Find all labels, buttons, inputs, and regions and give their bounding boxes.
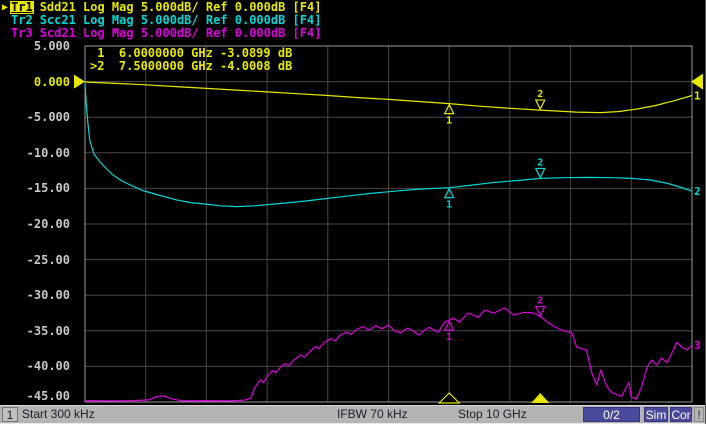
trace-end-label-3: 3: [694, 339, 701, 352]
status-badge-count[interactable]: 0/2: [583, 407, 640, 422]
ref-level-right-icon[interactable]: [691, 74, 703, 90]
trace-id-tr3[interactable]: Tr3: [10, 27, 34, 40]
y-tick-label: 5.000: [0, 40, 70, 52]
ifbw-label[interactable]: IFBW 70 kHz: [337, 407, 408, 422]
sweep-stop-label[interactable]: Stop 10 GHz: [458, 407, 527, 422]
y-tick-label: -45.00: [0, 390, 70, 402]
y-tick-label: -40.00: [0, 360, 70, 372]
marker-1-number: 1: [446, 332, 452, 343]
status-badge-sim[interactable]: Sim: [644, 407, 668, 422]
trace-end-label-1: 1: [694, 89, 701, 102]
marker-2-glyph[interactable]: [536, 307, 545, 316]
status-badge-cor[interactable]: Cor: [670, 407, 692, 422]
sweep-start-label[interactable]: Start 300 kHz: [22, 407, 95, 422]
y-tick-label: 0.000: [0, 76, 70, 88]
marker-readout: 1 6.0000000 GHz -3.0899 dB >2 7.5000000 …: [90, 47, 292, 73]
marker-readout-line-2: >2 7.5000000 GHz -4.0008 dB: [90, 60, 292, 73]
marker-2-number: 2: [537, 157, 543, 168]
marker-2-glyph[interactable]: [536, 168, 545, 177]
trace-end-label-2: 2: [694, 185, 701, 198]
marker-2-glyph[interactable]: [536, 100, 545, 109]
y-tick-label: -35.00: [0, 325, 70, 337]
vna-screen: ▶ Tr1 Sdd21 Log Mag 5.000dB/ Ref 0.000dB…: [0, 0, 706, 424]
y-tick-label: -25.00: [0, 254, 70, 266]
y-tick-label: -20.00: [0, 218, 70, 230]
marker-2-stimulus-indicator[interactable]: [531, 393, 549, 403]
channel-indicator[interactable]: 1: [2, 407, 18, 422]
y-tick-label: -30.00: [0, 289, 70, 301]
trace-header: ▶ Tr1 Sdd21 Log Mag 5.000dB/ Ref 0.000dB…: [2, 1, 321, 40]
active-trace-arrow-icon: ▶: [2, 1, 10, 14]
status-bar: 1 Start 300 kHz IFBW 70 kHz Stop 10 GHz …: [0, 405, 706, 424]
marker-1-number: 1: [446, 200, 452, 211]
ref-level-left-icon[interactable]: [74, 75, 85, 89]
marker-2-number: 2: [537, 89, 543, 100]
marker-2-number: 2: [537, 296, 543, 307]
y-tick-label: -5.000: [0, 111, 70, 123]
y-tick-label: -10.00: [0, 147, 70, 159]
trace-settings-label-tr3: Scd21 Log Mag 5.000dB/ Ref 0.000dB [F4]: [40, 27, 322, 40]
marker-1-stimulus-indicator[interactable]: [439, 393, 459, 403]
y-tick-label: -15.00: [0, 182, 70, 194]
status-alert-icon[interactable]: !: [694, 407, 704, 422]
marker-1-number: 1: [446, 116, 452, 127]
